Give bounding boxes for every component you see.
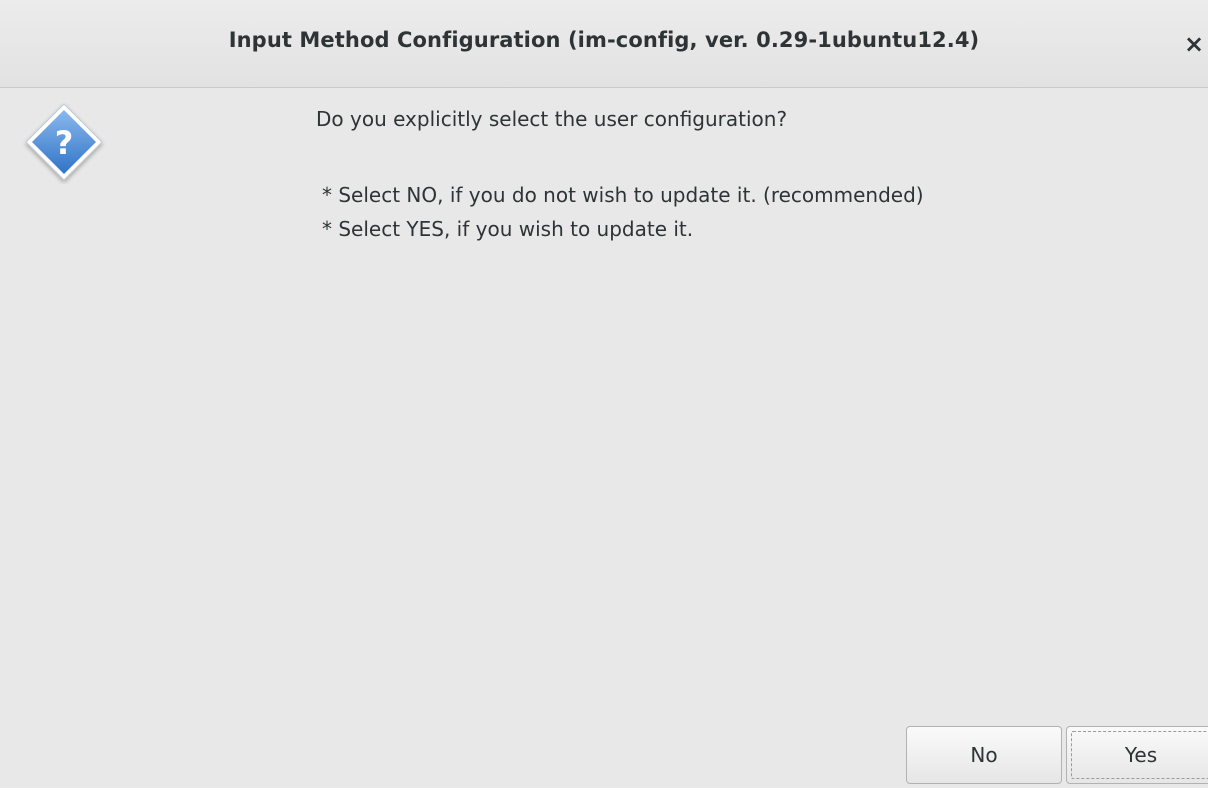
dialog-window: Input Method Configuration (im-config, v…: [0, 0, 1208, 788]
yes-button-label: Yes: [1124, 743, 1158, 767]
window-title: Input Method Configuration (im-config, v…: [228, 28, 980, 52]
no-button[interactable]: No: [906, 726, 1062, 784]
title-bar[interactable]: Input Method Configuration (im-config, v…: [0, 0, 1208, 88]
yes-button[interactable]: Yes: [1066, 726, 1208, 784]
svg-text:?: ?: [55, 124, 74, 162]
dialog-bullets: * Select NO, if you do not wish to updat…: [322, 178, 924, 246]
bullet-no: * Select NO, if you do not wish to updat…: [322, 183, 924, 207]
question-icon: ?: [25, 103, 103, 181]
dialog-message: Do you explicitly select the user config…: [316, 107, 788, 131]
close-button[interactable]: ×: [1180, 26, 1208, 62]
bullet-yes: * Select YES, if you wish to update it.: [322, 217, 694, 241]
